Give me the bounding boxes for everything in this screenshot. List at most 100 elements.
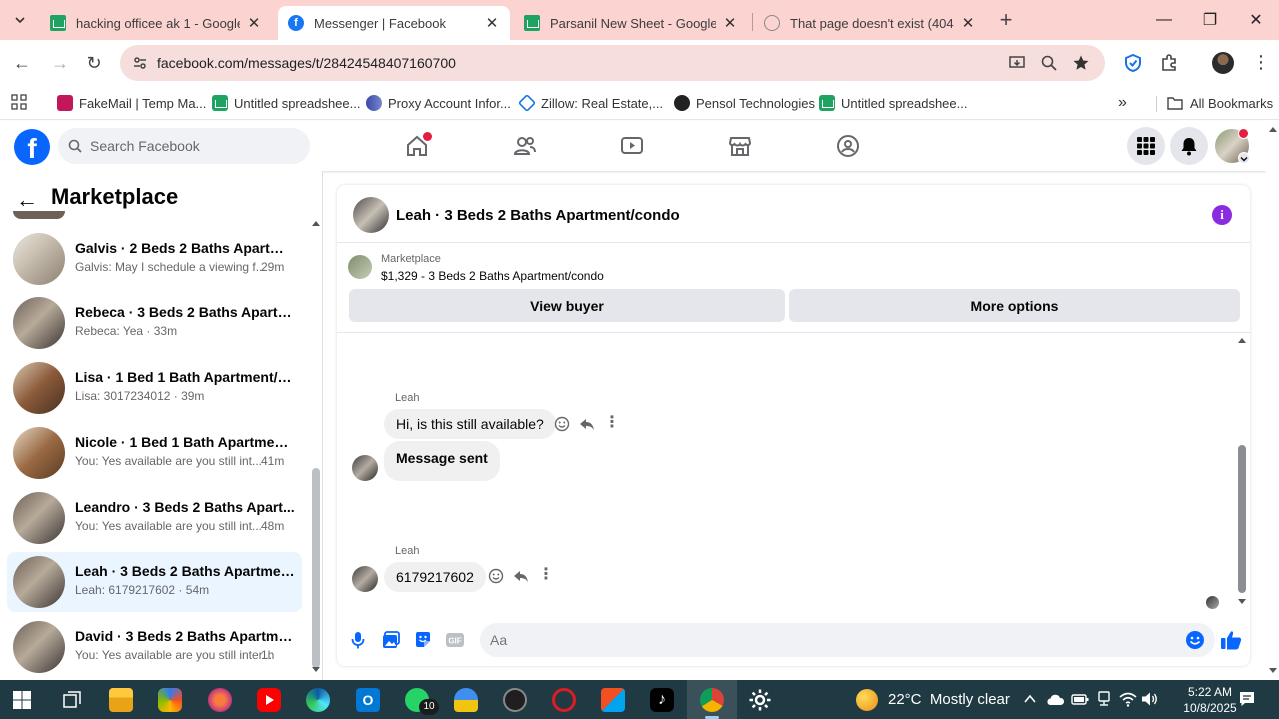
photo-icon[interactable] [381, 630, 401, 650]
zoom-icon[interactable] [1040, 54, 1058, 72]
chevron-up-icon[interactable] [1023, 693, 1037, 705]
onedrive-cloud-icon[interactable] [1045, 692, 1065, 706]
app-medal-icon[interactable] [454, 688, 478, 712]
tab-search-button[interactable] [6, 6, 34, 34]
new-tab-button[interactable]: + [992, 6, 1020, 34]
settings-gear-icon[interactable] [748, 688, 772, 712]
more-options-button[interactable]: More options [789, 289, 1240, 322]
listing-thumbnail[interactable] [348, 255, 372, 279]
menu-button[interactable] [1127, 127, 1165, 165]
tiktok-icon[interactable]: ♪ [650, 688, 674, 712]
all-bookmarks-button[interactable]: All Bookmarks [1167, 92, 1273, 114]
system-clock[interactable]: 5:22 AM 10/8/2025 [1180, 684, 1240, 716]
conversation-item[interactable]: Lisa · 1 Bed 1 Bath Apartment/co... Lisa… [7, 358, 302, 418]
thumbs-up-icon[interactable] [1220, 629, 1242, 651]
profile-avatar[interactable] [1212, 52, 1234, 74]
chat-avatar[interactable] [353, 197, 389, 233]
react-emoji-icon[interactable] [554, 416, 570, 432]
install-app-icon[interactable] [1008, 54, 1026, 72]
minimize-button[interactable]: — [1141, 6, 1187, 34]
react-emoji-icon[interactable] [488, 568, 504, 584]
message-bubble[interactable]: Hi, is this still available? [384, 409, 556, 439]
address-bar[interactable]: facebook.com/messages/t/2842454840716070… [120, 45, 1105, 81]
scroll-up-arrow-icon[interactable] [311, 219, 321, 227]
bookmark-untitled-1[interactable]: Untitled spreadshee... [212, 92, 360, 114]
scroll-up-arrow-icon[interactable] [1268, 125, 1278, 133]
conversation-item[interactable]: Galvis · 2 Beds 2 Baths Apartme... Galvi… [7, 229, 302, 289]
restore-button[interactable]: ❐ [1187, 6, 1233, 34]
scroll-up-arrow-icon[interactable] [1237, 336, 1247, 344]
chat-scrollbar-thumb[interactable] [1238, 445, 1246, 593]
edge-icon[interactable] [306, 688, 330, 712]
listing-price[interactable]: $1,329 - 3 Beds 2 Baths Apartment/condo [381, 269, 604, 283]
message-input[interactable] [480, 623, 1215, 657]
chrome-taskbar-button[interactable] [687, 680, 737, 719]
reply-icon[interactable] [579, 416, 595, 432]
close-window-button[interactable]: ✕ [1233, 6, 1279, 34]
opera-icon[interactable] [552, 688, 576, 712]
account-dropdown[interactable] [1238, 152, 1250, 164]
conversation-item-selected[interactable]: Leah · 3 Beds 2 Baths Apartmen... Leah: … [7, 552, 302, 612]
conversation-item[interactable]: Leandro · 3 Beds 2 Baths Apart... You: Y… [7, 488, 302, 548]
microphone-icon[interactable] [348, 630, 368, 650]
facebook-logo[interactable]: f [14, 129, 50, 165]
gif-icon[interactable]: GIF [445, 630, 465, 650]
back-arrow-icon[interactable]: ← [16, 187, 38, 213]
close-icon[interactable]: ✕ [246, 14, 262, 32]
reload-button[interactable]: ↻ [80, 49, 108, 77]
microsoft-store-icon[interactable] [601, 688, 625, 712]
tab-404-page[interactable]: That page doesn't exist (404) - Facebook… [754, 6, 986, 40]
volume-icon[interactable] [1141, 691, 1159, 707]
tab-parsanil-sheet[interactable]: Parsanil New Sheet - Google Sheets ✕ [514, 6, 748, 40]
outlook-icon[interactable]: O [356, 688, 380, 712]
bookmark-zillow[interactable]: Zillow: Real Estate,... [517, 92, 663, 114]
info-icon[interactable]: i [1212, 205, 1232, 225]
apps-grid-icon[interactable] [11, 94, 27, 110]
notifications-button[interactable] [1170, 127, 1208, 165]
message-bubble[interactable]: Message sent [384, 441, 500, 481]
friends-icon[interactable] [513, 134, 537, 158]
view-buyer-button[interactable]: View buyer [349, 289, 785, 322]
more-vertical-icon[interactable]: ⋮ [538, 567, 554, 583]
reply-icon[interactable] [513, 568, 529, 584]
copilot-icon[interactable] [158, 688, 182, 712]
close-icon[interactable]: ✕ [722, 14, 738, 32]
more-vertical-icon[interactable]: ⋮ [604, 415, 620, 431]
conversation-item[interactable]: Rebeca · 3 Beds 2 Baths Apartm... Rebeca… [7, 293, 302, 353]
facebook-search[interactable]: Search Facebook [58, 128, 310, 164]
marketplace-icon[interactable] [728, 134, 752, 158]
conversation-item[interactable]: David · 3 Beds 2 Baths Apartme... You: Y… [7, 617, 302, 677]
emoji-icon[interactable] [1185, 630, 1205, 650]
browser-menu-button[interactable]: ⋮ [1252, 52, 1270, 73]
scroll-down-arrow-icon[interactable] [1268, 667, 1278, 675]
chat-title[interactable]: Leah · 3 Beds 2 Baths Apartment/condo [396, 207, 680, 224]
bookmark-proxy-account[interactable]: Proxy Account Infor... [366, 92, 511, 114]
task-view-icon[interactable] [62, 690, 82, 710]
groups-icon[interactable] [836, 134, 860, 158]
back-button[interactable]: ← [8, 49, 36, 77]
battery-plugged-icon[interactable] [1071, 692, 1089, 706]
bookmark-untitled-2[interactable]: Untitled spreadshee... [819, 92, 967, 114]
file-explorer-icon[interactable] [109, 688, 133, 712]
app-icon[interactable] [208, 688, 232, 712]
tab-hacking-officee[interactable]: hacking officee ak 1 - Google Sheets ✕ [40, 6, 272, 40]
more-bookmarks-button[interactable]: » [1118, 92, 1127, 114]
network-icon[interactable] [1096, 691, 1112, 707]
tab-messenger[interactable]: f Messenger | Facebook ✕ [278, 6, 510, 40]
conversation-item[interactable]: Nicole · 1 Bed 1 Bath Apartment... You: … [7, 423, 302, 483]
message-bubble[interactable]: 6179217602 [384, 562, 486, 592]
shield-extension-icon[interactable] [1123, 53, 1143, 73]
app-disc-icon[interactable] [503, 688, 527, 712]
forward-button[interactable]: → [46, 49, 74, 77]
close-icon[interactable]: ✕ [960, 14, 976, 32]
bookmark-pensol[interactable]: Pensol Technologies [674, 92, 815, 114]
sidebar-scrollbar-thumb[interactable] [312, 468, 320, 668]
weather-moon-icon[interactable] [856, 689, 878, 711]
page-scrollbar[interactable] [1266, 121, 1279, 680]
scroll-down-arrow-icon[interactable] [311, 666, 321, 674]
sticker-icon[interactable] [413, 630, 433, 650]
bookmark-star-icon[interactable] [1072, 54, 1090, 72]
youtube-icon[interactable] [257, 688, 281, 712]
weather-widget[interactable]: 22°C Mostly clear [888, 691, 1010, 708]
wifi-icon[interactable] [1119, 691, 1137, 707]
